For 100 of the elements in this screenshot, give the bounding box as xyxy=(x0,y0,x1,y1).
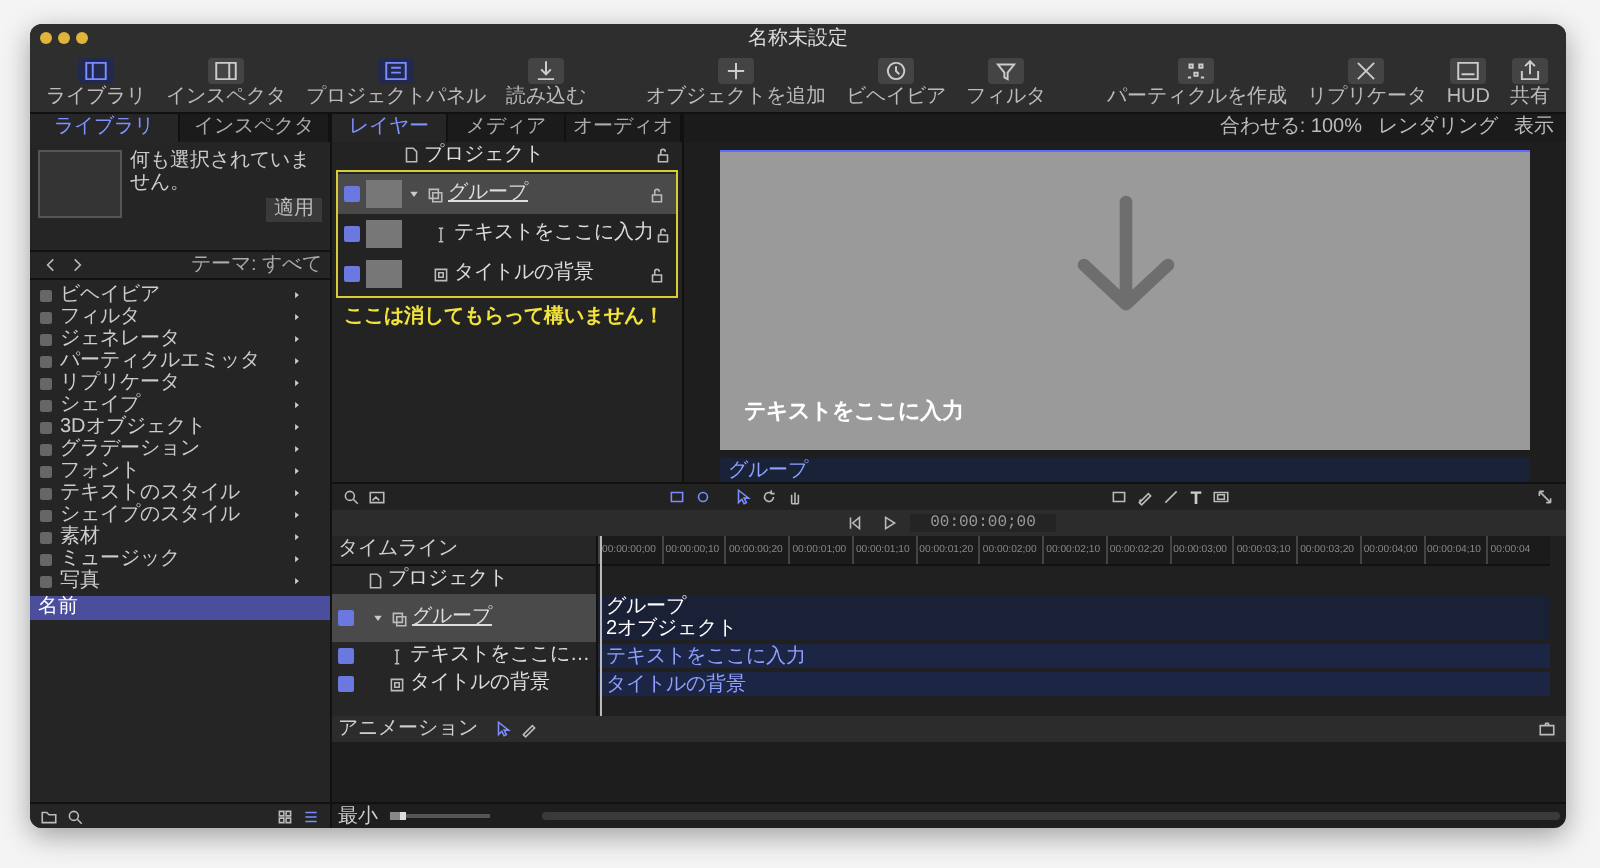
toolbar-button[interactable]: オブジェクトを追加 xyxy=(642,57,831,107)
library-category[interactable]: ミュージック xyxy=(30,548,330,570)
panel-tab[interactable]: レイヤー xyxy=(332,114,449,142)
layer-checkbox[interactable] xyxy=(344,266,360,282)
layer-thumbnail xyxy=(366,180,402,208)
layer-checkbox[interactable] xyxy=(338,648,354,664)
lock-icon[interactable] xyxy=(654,225,672,243)
mask-icon[interactable] xyxy=(1211,488,1230,506)
disclosure-icon[interactable] xyxy=(408,188,420,200)
mini-timeline-label: グループ xyxy=(726,459,808,481)
library-category[interactable]: ジェネレータ xyxy=(30,328,330,350)
pointer-icon[interactable] xyxy=(494,720,512,738)
layer-checkbox[interactable] xyxy=(338,610,354,626)
grid-view-icon[interactable] xyxy=(276,807,294,825)
toolbar-button[interactable]: ライブラリ xyxy=(42,57,150,107)
disclosure-icon[interactable] xyxy=(372,612,384,624)
library-category[interactable]: 3Dオブジェクト xyxy=(30,416,330,438)
library-category[interactable]: リプリケータ xyxy=(30,372,330,394)
search-icon[interactable] xyxy=(342,488,360,506)
zoom-button[interactable] xyxy=(76,32,88,44)
bar-title: タイトルの背景 xyxy=(606,673,748,695)
timecode-display[interactable]: 00:00:00;00 xyxy=(910,514,1056,532)
list-header[interactable]: 名前 xyxy=(30,596,330,620)
list-view-icon[interactable] xyxy=(302,807,320,825)
timeline-layer-row[interactable]: テキストをここに… xyxy=(332,642,596,670)
layer-checkbox[interactable] xyxy=(344,226,360,242)
pen-icon[interactable] xyxy=(520,720,538,738)
layer-checkbox[interactable] xyxy=(338,676,354,692)
library-category[interactable]: フォント xyxy=(30,460,330,482)
library-category[interactable]: グラデーション xyxy=(30,438,330,460)
zoom-slider-thumb[interactable] xyxy=(390,812,405,820)
library-category[interactable]: フィルタ xyxy=(30,306,330,328)
panel-tab[interactable]: インスペクタ xyxy=(180,114,330,142)
photo-icon[interactable] xyxy=(368,488,386,506)
toolbar-button[interactable]: プロジェクトパネル xyxy=(302,57,490,107)
library-category[interactable]: パーティクルエミッタ xyxy=(30,350,330,372)
cross-icon xyxy=(1348,57,1385,83)
panel-tab[interactable]: メディア xyxy=(448,114,566,142)
library-category[interactable]: ビヘイビア xyxy=(30,284,330,306)
toolbar-button[interactable]: フィルタ xyxy=(962,57,1051,107)
layer-checkbox[interactable] xyxy=(344,186,360,202)
lock-icon[interactable] xyxy=(654,146,672,164)
library-category[interactable]: シェイプ xyxy=(30,394,330,416)
layer-row[interactable]: プロジェクト xyxy=(332,142,682,168)
document-icon xyxy=(402,146,420,164)
apply-button[interactable]: 適用 xyxy=(266,198,322,222)
annotation-text: ここは消してもらって構いません！ xyxy=(344,303,664,330)
toolbar-button[interactable]: 読み込む xyxy=(502,57,590,107)
pointer-icon[interactable] xyxy=(734,488,752,506)
bar-subtitle: 2オブジェクト xyxy=(606,618,740,640)
circle-icon[interactable] xyxy=(694,488,712,506)
library-category[interactable]: 素材 xyxy=(30,526,330,548)
timeline-bar[interactable]: グループ 2オブジェクト xyxy=(598,596,1550,640)
expand-icon[interactable] xyxy=(1536,488,1554,506)
rectangle-tool-icon[interactable] xyxy=(1110,488,1129,506)
zoom-label[interactable]: 最小 xyxy=(338,805,378,827)
toolbar-button[interactable]: インスペクタ xyxy=(162,57,290,107)
chevron-icon xyxy=(292,532,302,542)
pen-icon[interactable] xyxy=(1136,488,1155,506)
panel-tab[interactable]: ライブラリ xyxy=(30,114,180,142)
layer-row[interactable]: グループ xyxy=(338,174,676,214)
layer-row[interactable]: タイトルの背景 xyxy=(338,254,676,294)
chevron-icon xyxy=(292,466,302,476)
zoom-menu[interactable]: 合わせる: 100% xyxy=(1219,116,1362,140)
toolbar-button[interactable]: HUD xyxy=(1442,57,1494,107)
preview-thumbnail xyxy=(38,150,122,218)
library-category[interactable]: テキストのスタイル xyxy=(30,482,330,504)
toolbar-button[interactable]: リプリケータ xyxy=(1302,57,1431,107)
timeline-layer-row[interactable]: グループ xyxy=(332,594,596,642)
timeline-bar[interactable]: タイトルの背景 xyxy=(598,672,1550,696)
lock-icon[interactable] xyxy=(648,185,666,203)
folder-icon[interactable] xyxy=(40,807,58,825)
plus-icon xyxy=(718,57,755,83)
render-menu[interactable]: レンダリング xyxy=(1378,116,1498,140)
layer-row[interactable]: テキストをここに入力 xyxy=(338,214,676,254)
play-icon[interactable] xyxy=(880,514,899,532)
hand-icon[interactable] xyxy=(786,488,804,506)
layer-thumbnail xyxy=(366,260,402,288)
timeline-bar[interactable]: テキストをここに入力 xyxy=(598,644,1550,668)
minimize-button[interactable] xyxy=(58,32,70,44)
library-category[interactable]: シェイプのスタイル xyxy=(30,504,330,526)
text-tool-button[interactable]: T xyxy=(1190,487,1202,507)
skip-back-icon[interactable] xyxy=(846,514,865,532)
view-menu[interactable]: 表示 xyxy=(1514,116,1554,140)
theme-filter[interactable]: テーマ: すべて xyxy=(190,253,322,277)
rotate-icon[interactable] xyxy=(760,488,778,506)
close-button[interactable] xyxy=(40,32,52,44)
library-category[interactable]: 写真 xyxy=(30,570,330,592)
timeline-layer-row[interactable]: タイトルの背景 xyxy=(332,670,596,698)
animation-title[interactable]: アニメーション xyxy=(338,717,478,741)
toolbar-button[interactable]: パーティクルを作成 xyxy=(1102,57,1291,107)
toolbar-button[interactable]: 共有 xyxy=(1505,57,1554,107)
toolbar-button[interactable]: ビヘイビア xyxy=(842,57,951,107)
chevron-icon xyxy=(292,510,302,520)
timeline-layer-row[interactable]: プロジェクト xyxy=(332,566,596,594)
search-icon[interactable] xyxy=(66,807,84,825)
lock-icon[interactable] xyxy=(648,265,666,283)
line-tool-icon[interactable] xyxy=(1162,488,1181,506)
panel-tab[interactable]: オーディオ xyxy=(565,114,682,142)
stack-icon xyxy=(390,609,408,627)
